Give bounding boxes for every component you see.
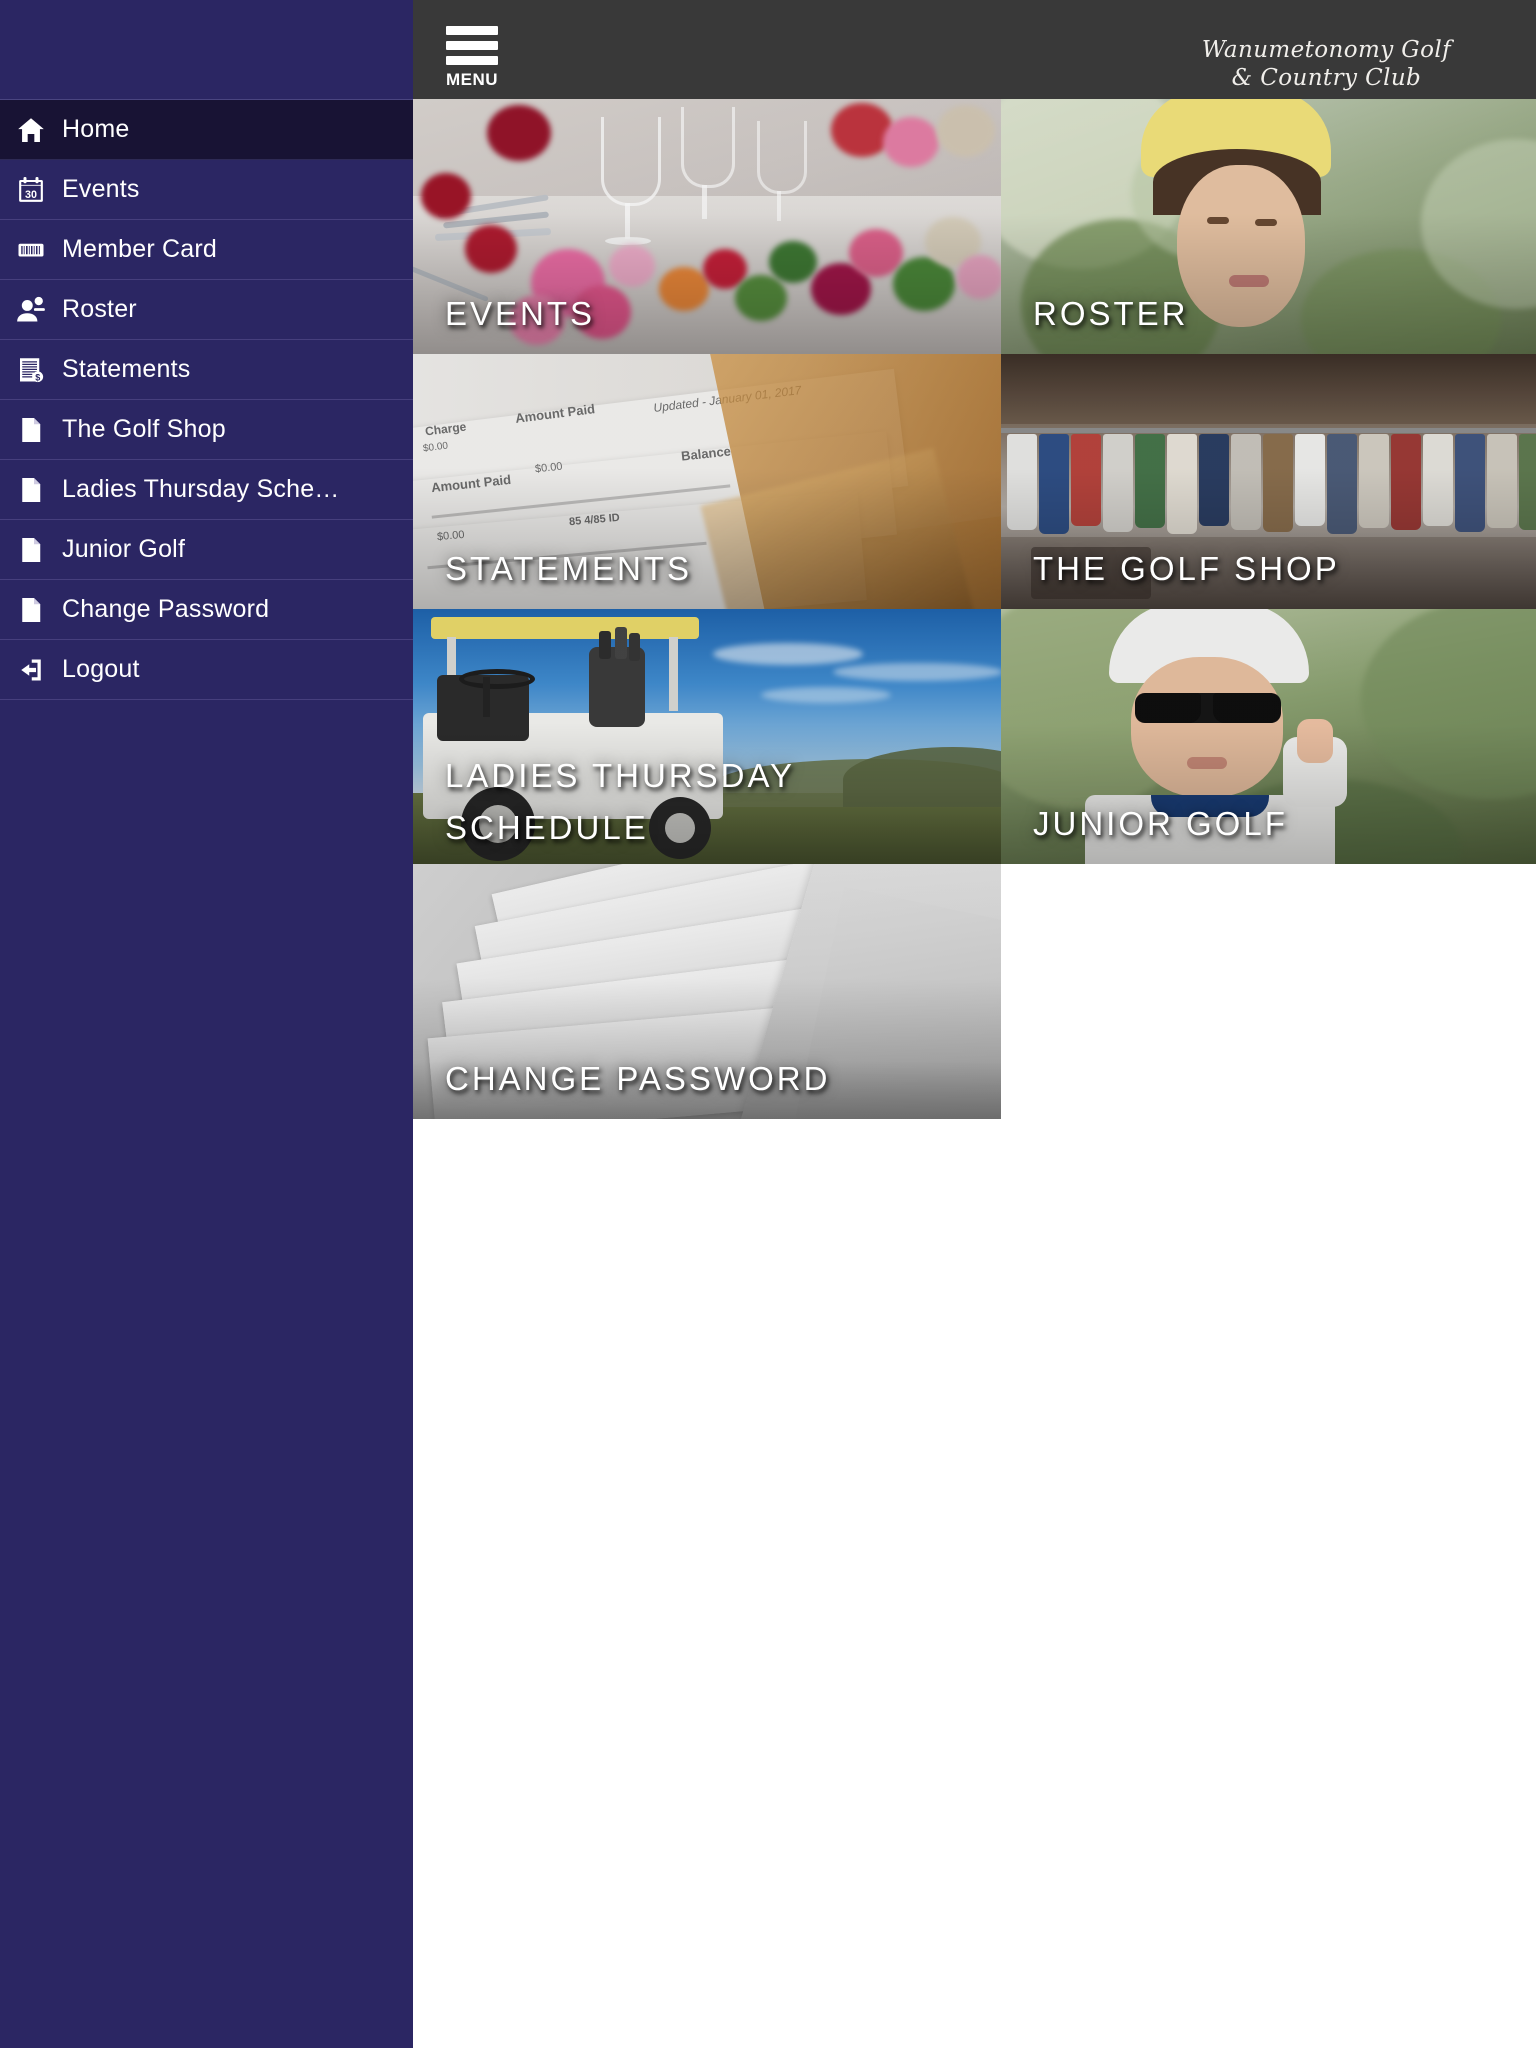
barcode-icon: [0, 235, 62, 265]
hamburger-icon-bar: [446, 26, 498, 35]
sidebar-item-label: Statements: [62, 357, 191, 382]
sidebar-item-label: The Golf Shop: [62, 417, 226, 442]
club-logo-line1: Wanumetonomy Golf: [1201, 37, 1451, 63]
tile-ladies-thursday-schedule[interactable]: LADIES THURSDAY SCHEDULE: [413, 609, 1001, 864]
sidebar-item-label: Roster: [62, 297, 137, 322]
svg-text:30: 30: [25, 189, 37, 201]
main-content: EVENTS Charge $0.00 Amount Paid Updated …: [413, 99, 1536, 2048]
document-icon: [0, 475, 62, 505]
svg-text:$: $: [35, 372, 40, 382]
sidebar-item-logout[interactable]: Logout: [0, 640, 413, 700]
sidebar-item-ladies-thursday-schedule[interactable]: Ladies Thursday Sche…: [0, 460, 413, 520]
people-icon: [0, 294, 62, 326]
sidebar-item-label: Member Card: [62, 237, 218, 262]
tile-column-right: ROSTER THE GOLF SHOP JUNIOR GOLF: [1001, 99, 1536, 864]
tile-junior-golf[interactable]: JUNIOR GOLF: [1001, 609, 1536, 864]
document-icon: [0, 415, 62, 445]
menu-button[interactable]: MENU: [446, 26, 506, 88]
sidebar-navigation: Home 30 Events Member Card Roster $ Stat…: [0, 0, 413, 2048]
tile-the-golf-shop[interactable]: THE GOLF SHOP: [1001, 354, 1536, 609]
document-icon: [0, 535, 62, 565]
tile-column-left: EVENTS Charge $0.00 Amount Paid Updated …: [413, 99, 1001, 1119]
menu-button-label: MENU: [446, 70, 499, 89]
club-logo-line2: & Country Club: [1231, 65, 1422, 91]
sidebar-item-roster[interactable]: Roster: [0, 280, 413, 340]
app-header: MENU Wanumetonomy Golf & Country Club: [413, 0, 1536, 99]
sidebar-item-home[interactable]: Home: [0, 100, 413, 160]
tile-caption: CHANGE PASSWORD: [445, 1060, 831, 1097]
sidebar-item-label: Ladies Thursday Sche…: [62, 477, 340, 502]
sidebar-item-label: Logout: [62, 657, 140, 682]
document-icon: [0, 595, 62, 625]
sidebar-item-label: Junior Golf: [62, 537, 186, 562]
home-icon: [0, 114, 62, 146]
sidebar-item-the-golf-shop[interactable]: The Golf Shop: [0, 400, 413, 460]
calendar-icon: 30: [0, 175, 62, 205]
invoice-icon: $: [0, 355, 62, 385]
sidebar-header-spacer: [0, 0, 413, 100]
sidebar-item-label: Change Password: [62, 597, 270, 622]
sidebar-item-member-card[interactable]: Member Card: [0, 220, 413, 280]
sidebar-item-junior-golf[interactable]: Junior Golf: [0, 520, 413, 580]
tile-statements[interactable]: Charge $0.00 Amount Paid Updated - Janua…: [413, 354, 1001, 609]
tile-caption: JUNIOR GOLF: [1033, 805, 1288, 842]
hamburger-icon-bar: [446, 41, 498, 50]
sidebar-item-events[interactable]: 30 Events: [0, 160, 413, 220]
sidebar-item-statements[interactable]: $ Statements: [0, 340, 413, 400]
sidebar-item-label: Events: [62, 177, 140, 202]
tile-events[interactable]: EVENTS: [413, 99, 1001, 354]
tile-roster[interactable]: ROSTER: [1001, 99, 1536, 354]
tile-caption: LADIES THURSDAY SCHEDULE: [445, 757, 795, 846]
tile-grid: EVENTS Charge $0.00 Amount Paid Updated …: [413, 99, 1536, 1119]
tile-caption: EVENTS: [445, 295, 596, 332]
tile-caption: STATEMENTS: [445, 550, 692, 587]
hamburger-icon-bar: [446, 56, 498, 65]
logout-icon: [0, 655, 62, 685]
tile-caption: ROSTER: [1033, 295, 1189, 332]
club-logo: Wanumetonomy Golf & Country Club: [1202, 36, 1451, 92]
sidebar-item-change-password[interactable]: Change Password: [0, 580, 413, 640]
tile-change-password[interactable]: CHANGE PASSWORD: [413, 864, 1001, 1119]
sidebar-item-label: Home: [62, 117, 130, 142]
tile-caption: THE GOLF SHOP: [1033, 550, 1340, 587]
